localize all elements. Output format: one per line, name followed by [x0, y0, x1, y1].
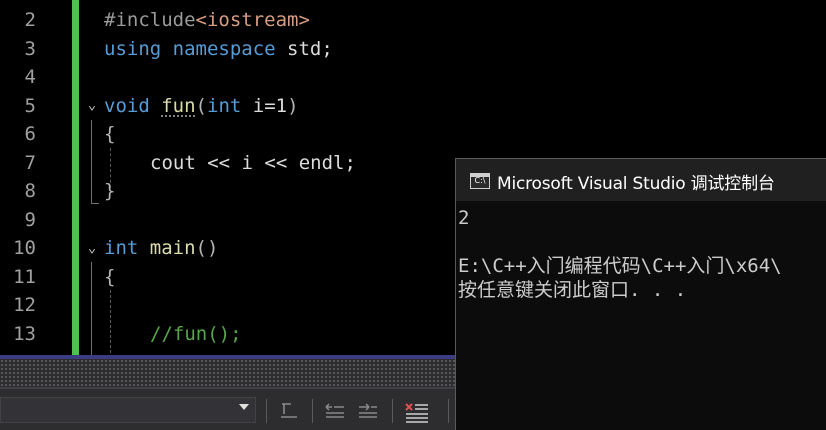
code-line-7: cout << i << endl; — [150, 151, 356, 174]
line-number: 9 — [24, 208, 36, 231]
line-number: 4 — [24, 66, 36, 88]
chevron-down-icon[interactable]: ⌄ — [84, 240, 100, 256]
code-line-6: { — [104, 123, 116, 145]
code-line-2: #include<iostream> — [104, 9, 310, 31]
console-output-line: 按任意键关闭此窗口. . . — [458, 279, 687, 301]
code-line-3: using namespace std; — [104, 37, 333, 60]
change-tracking-bar — [72, 0, 79, 356]
code-line-11: { — [104, 265, 116, 288]
toolbar-separator — [448, 399, 449, 423]
code-line-5: void fun(int i=1) — [104, 94, 299, 117]
console-titlebar[interactable]: C:\ Microsoft Visual Studio 调试控制台 — [456, 159, 826, 201]
fold-region-end — [91, 203, 99, 204]
console-output-line: 2 — [458, 207, 470, 229]
outdent-icon[interactable] — [324, 401, 346, 421]
format-icon[interactable] — [278, 401, 300, 421]
indent-guide — [110, 290, 111, 358]
output-toolbar — [0, 389, 460, 430]
code-line-13: //fun(); — [150, 322, 242, 345]
code-line-8: } — [104, 180, 116, 202]
console-title: Microsoft Visual Studio 调试控制台 — [497, 174, 775, 194]
line-number: 11 — [13, 265, 36, 288]
debug-console-window[interactable]: C:\ Microsoft Visual Studio 调试控制台 2 E:\C… — [455, 158, 826, 430]
line-number: 13 — [13, 322, 36, 345]
clear-all-icon[interactable] — [404, 401, 430, 423]
console-output-line: E:\C++入门编程代码\C++入门\x64\ — [458, 255, 782, 277]
toolbar-separator — [392, 399, 393, 423]
line-number: 5 — [24, 94, 36, 117]
dropdown-arrow-icon — [239, 404, 249, 410]
line-number: 2 — [24, 9, 36, 31]
code-line-10: int main() — [104, 237, 219, 259]
chevron-down-icon[interactable]: ⌄ — [84, 97, 100, 113]
line-number: 10 — [13, 237, 36, 259]
fold-region-guide — [91, 262, 92, 358]
indent-icon[interactable] — [357, 401, 379, 421]
line-number: 6 — [24, 123, 36, 145]
output-source-dropdown[interactable] — [0, 397, 256, 423]
toolbar-separator — [312, 399, 313, 423]
panel-grip[interactable] — [0, 359, 460, 387]
line-number: 8 — [24, 180, 36, 202]
line-number: 3 — [24, 37, 36, 60]
line-number: 7 — [24, 151, 36, 174]
fold-region-guide — [91, 120, 92, 204]
line-number: 12 — [13, 294, 36, 316]
console-app-icon: C:\ — [470, 173, 490, 189]
toolbar-separator — [266, 399, 267, 423]
